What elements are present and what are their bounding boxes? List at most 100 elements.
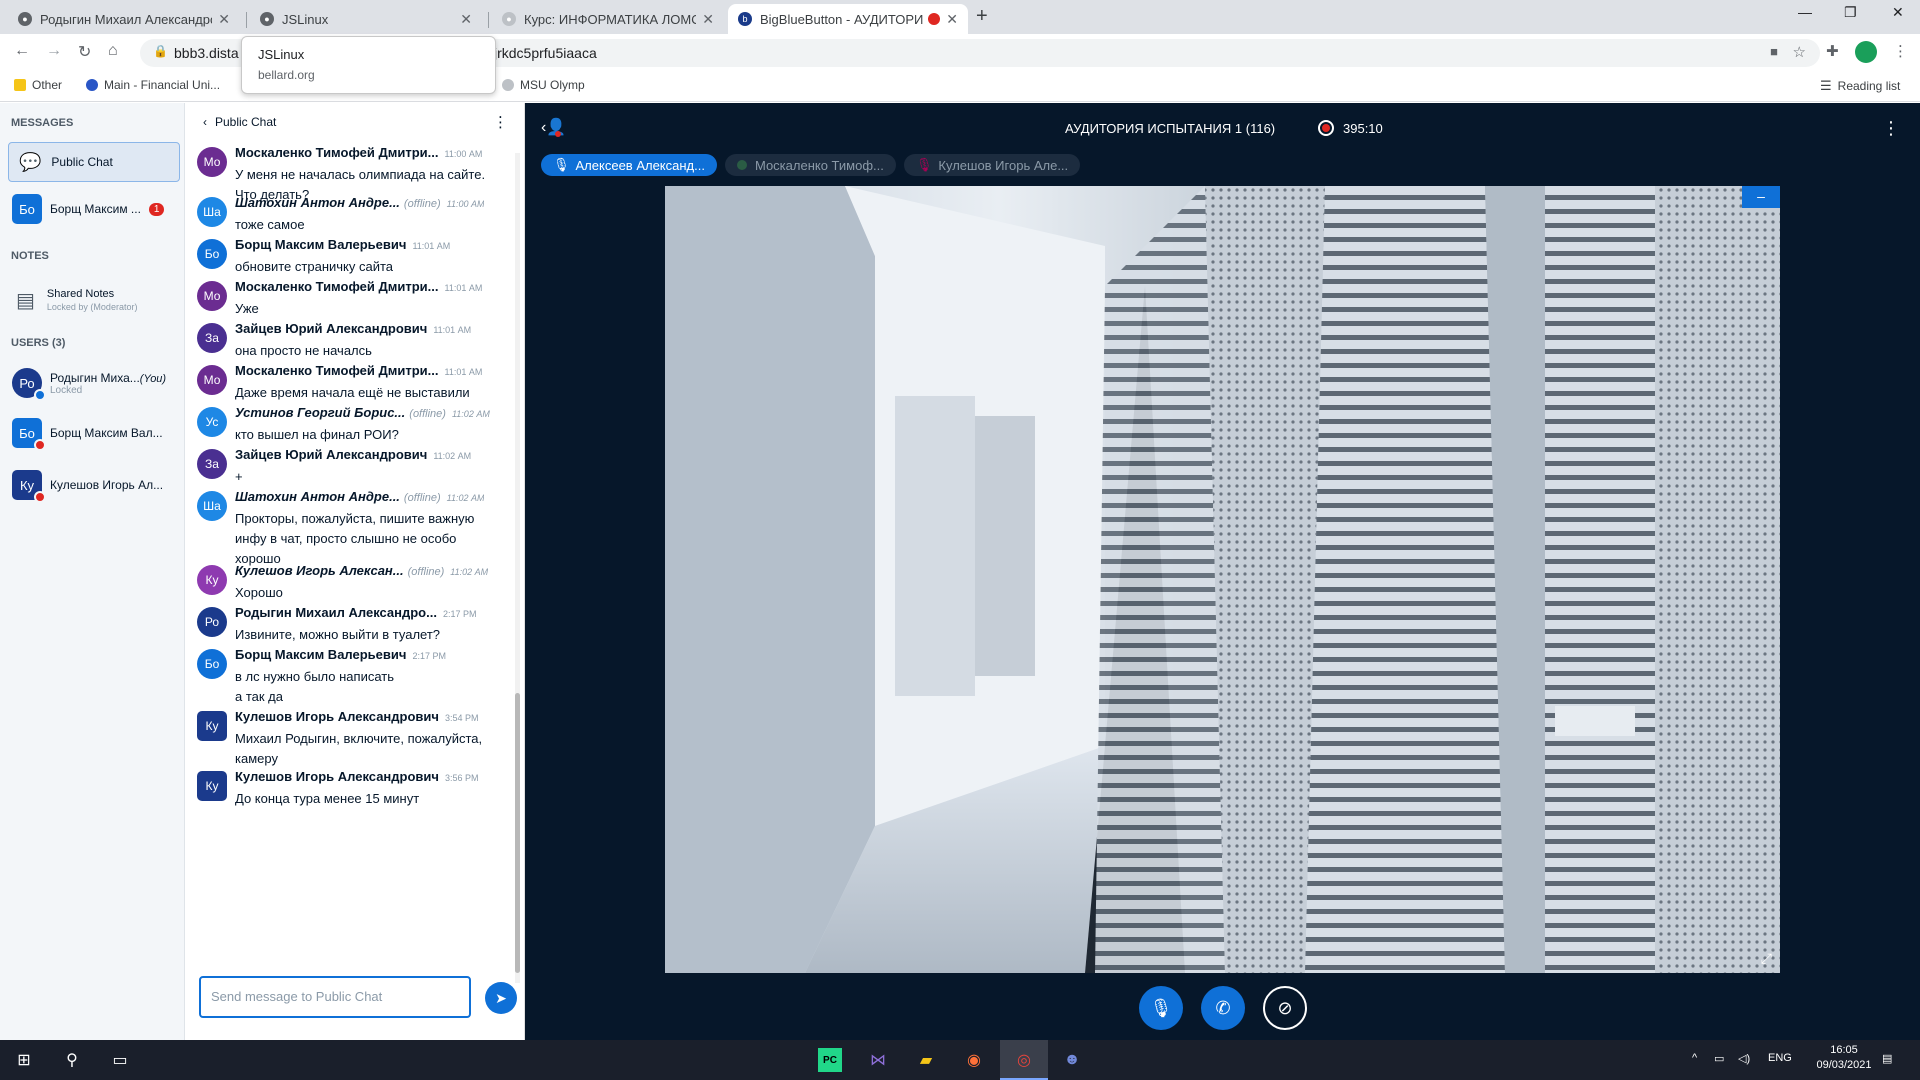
discord-icon[interactable]: ☻ bbox=[1060, 1048, 1084, 1072]
avatar: Бо bbox=[12, 194, 42, 224]
private-chat-item[interactable]: Бо Борщ Максим ... 1 bbox=[8, 189, 180, 229]
bookmark-other[interactable]: Other bbox=[14, 78, 62, 92]
avatar[interactable]: Бо bbox=[197, 239, 227, 269]
message-time: 11:00 AM bbox=[444, 149, 483, 159]
avatar[interactable]: Ку bbox=[197, 711, 227, 741]
minimize-presentation-button[interactable]: – bbox=[1742, 186, 1780, 208]
profile-avatar[interactable] bbox=[1855, 41, 1877, 63]
offline-label: (offline) bbox=[403, 198, 441, 210]
tab-course[interactable]: ● Курс: ИНФОРМАТИКА ЛОМОН... ✕ bbox=[492, 4, 724, 34]
bookmark-msu-olymp[interactable]: MSU Olymp bbox=[502, 78, 585, 92]
avatar[interactable]: Мо bbox=[197, 147, 227, 177]
message-text: обновите страничку сайта bbox=[235, 259, 394, 274]
bookmark-financial-uni[interactable]: Main - Financial Uni... bbox=[86, 78, 220, 92]
shared-notes-item[interactable]: ▤ Shared Notes Locked by (Moderator) bbox=[8, 277, 180, 323]
toggle-userlist-icon[interactable]: ‹👤 bbox=[541, 117, 566, 137]
avatar[interactable]: Бо bbox=[197, 649, 227, 679]
tab-rodygin[interactable]: ● Родыгин Михаил Александров... ✕ bbox=[8, 4, 240, 34]
scrollbar-thumb[interactable] bbox=[515, 693, 520, 973]
talker-moskalenko[interactable]: Москаленко Тимоф... bbox=[724, 154, 896, 176]
avatar[interactable]: Мо bbox=[197, 281, 227, 311]
close-tab-icon[interactable]: ✕ bbox=[946, 11, 958, 28]
forward-icon[interactable]: → bbox=[46, 42, 62, 60]
share-webcam-button[interactable]: ⊘ bbox=[1263, 986, 1307, 1030]
avatar[interactable]: Ку bbox=[197, 565, 227, 595]
chrome-icon[interactable]: ◎ bbox=[1012, 1048, 1036, 1072]
notifications-icon[interactable]: ▤ bbox=[1882, 1052, 1892, 1065]
firefox-icon[interactable]: ◉ bbox=[962, 1048, 986, 1072]
author-name: Родыгин Михаил Александро... bbox=[235, 605, 437, 620]
recording-indicator-icon[interactable] bbox=[1318, 120, 1334, 136]
reload-icon[interactable]: ↻ bbox=[78, 42, 91, 62]
message-time: 11:01 AM bbox=[433, 325, 472, 335]
avatar[interactable]: За bbox=[197, 449, 227, 479]
financial-uni-icon bbox=[86, 79, 98, 91]
new-tab-button[interactable]: + bbox=[976, 5, 988, 28]
chat-messages: Мо Москаленко Тимофей Дмитри... 11:00 AM У … bbox=[197, 145, 509, 965]
search-icon[interactable]: ⚲ bbox=[60, 1048, 84, 1072]
avatar[interactable]: Ша bbox=[197, 491, 227, 521]
tab-jslinux[interactable]: ● JSLinux ✕ bbox=[250, 4, 482, 34]
message-text: тоже самое bbox=[235, 217, 305, 232]
user-item-rodygin[interactable]: Ро Родыгин Миха...(You) Locked bbox=[8, 361, 180, 405]
leave-audio-button[interactable]: ✆ bbox=[1201, 986, 1245, 1030]
options-menu-icon[interactable]: ⋮ bbox=[1882, 118, 1900, 139]
avatar[interactable]: Ус bbox=[197, 407, 227, 437]
user-item-kuleshov[interactable]: Ку Кулешов Игорь Ал... bbox=[8, 465, 180, 505]
notes-heading: NOTES bbox=[11, 250, 49, 262]
bookmark-star-icon[interactable]: ☆ bbox=[1793, 43, 1806, 61]
close-tab-icon[interactable]: ✕ bbox=[702, 11, 714, 28]
message-text: Даже время начала ещё не выставили bbox=[235, 385, 470, 400]
reading-list-button[interactable]: ☰ Reading list bbox=[1820, 78, 1900, 94]
author-name: Москаленко Тимофей Дмитри... bbox=[235, 279, 439, 294]
back-icon[interactable]: ← bbox=[14, 42, 30, 60]
network-icon[interactable]: ▭ bbox=[1714, 1052, 1724, 1065]
avatar[interactable]: Мо bbox=[197, 365, 227, 395]
volume-icon[interactable]: ◁) bbox=[1738, 1052, 1750, 1065]
chat-message-input[interactable]: Send message to Public Chat bbox=[199, 976, 471, 1018]
language-indicator[interactable]: ENG bbox=[1768, 1052, 1792, 1064]
talker-alekseev[interactable]: 🎙 Алексеев Александ... bbox=[541, 154, 717, 176]
file-explorer-icon[interactable]: ▰ bbox=[914, 1048, 938, 1072]
notes-page-icon: ▤ bbox=[16, 289, 35, 312]
clock[interactable]: 16:05 09/03/2021 bbox=[1816, 1044, 1872, 1071]
message-text: Прокторы, пожалуйста, пишите важную инфу… bbox=[235, 511, 475, 566]
chat-scrollbar[interactable] bbox=[515, 153, 520, 983]
visual-studio-icon[interactable]: ⋈ bbox=[866, 1048, 890, 1072]
avatar[interactable]: Ша bbox=[197, 197, 227, 227]
unmute-button[interactable]: 🎙 bbox=[1139, 986, 1183, 1030]
shared-video[interactable]: – ⤢ bbox=[665, 186, 1780, 973]
public-chat-item[interactable]: 💬 Public Chat bbox=[8, 142, 180, 182]
avatar[interactable]: Ку bbox=[197, 771, 227, 801]
video-off-icon: ⊘ bbox=[1277, 997, 1293, 1018]
task-view-icon[interactable]: ▭ bbox=[108, 1048, 132, 1072]
talker-kuleshov[interactable]: 🎙 Кулешов Игорь Але... bbox=[903, 154, 1081, 176]
avatar[interactable]: За bbox=[197, 323, 227, 353]
tray-chevron-icon[interactable]: ^ bbox=[1692, 1052, 1697, 1064]
close-window-icon[interactable]: ✕ bbox=[1892, 4, 1904, 21]
author-name: Устинов Георгий Борис... bbox=[235, 405, 406, 420]
globe-icon bbox=[502, 79, 514, 91]
extensions-icon[interactable]: ✚ bbox=[1826, 42, 1839, 60]
camera-in-use-icon[interactable]: ■ bbox=[1770, 44, 1778, 59]
chat-header[interactable]: ‹ Public Chat bbox=[203, 115, 276, 129]
tab-favicon-icon: ● bbox=[502, 12, 516, 26]
home-icon[interactable]: ⌂ bbox=[108, 42, 118, 60]
fullscreen-icon[interactable]: ⤢ bbox=[1761, 950, 1772, 967]
author-name: Борщ Максим Валерьевич bbox=[235, 237, 407, 252]
message-author: Шатохин Антон Андре... (offline) 11:00 AM bbox=[235, 195, 484, 210]
tab-bigbluebutton[interactable]: b BigBlueButton - АУДИТОРИ... ✕ bbox=[728, 4, 968, 34]
send-message-button[interactable]: ➤ bbox=[485, 982, 517, 1014]
chrome-menu-icon[interactable]: ⋮ bbox=[1893, 42, 1908, 60]
author-name: Кулешов Игорь Алексан... bbox=[235, 563, 404, 578]
windows-start-icon[interactable]: ⊞ bbox=[12, 1048, 36, 1072]
close-tab-icon[interactable]: ✕ bbox=[218, 11, 230, 28]
minimize-window-icon[interactable]: — bbox=[1798, 4, 1812, 20]
restore-window-icon[interactable]: ❐ bbox=[1844, 4, 1857, 21]
user-item-borsch[interactable]: Бо Борщ Максим Вал... bbox=[8, 413, 180, 453]
tab-favicon-icon: ● bbox=[18, 12, 32, 26]
close-tab-icon[interactable]: ✕ bbox=[460, 11, 472, 28]
chat-options-icon[interactable]: ⋮ bbox=[493, 113, 508, 131]
pycharm-icon[interactable]: PC bbox=[818, 1048, 842, 1072]
avatar[interactable]: Ро bbox=[197, 607, 227, 637]
